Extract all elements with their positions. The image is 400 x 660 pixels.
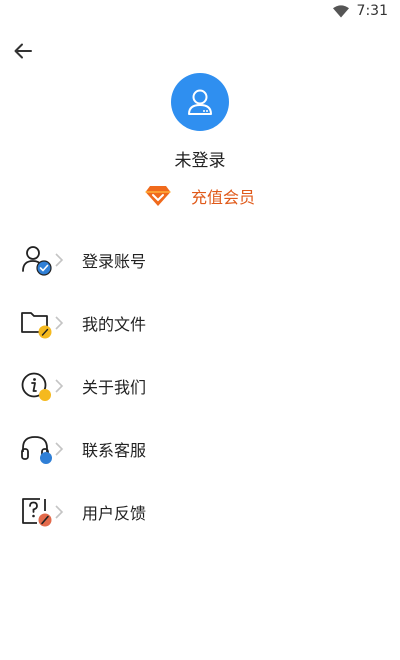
username[interactable]: 未登录 xyxy=(0,146,400,171)
status-bar: 7:31 xyxy=(0,0,400,24)
chevron-right-icon xyxy=(55,505,64,519)
status-time: 7:31 xyxy=(356,3,388,19)
menu-item-label: 我的文件 xyxy=(82,315,147,334)
info-icon xyxy=(21,372,51,401)
arrow-left-icon xyxy=(14,43,32,59)
menu-item-label: 关于我们 xyxy=(82,378,147,397)
menu-item-login[interactable]: 登录账号 xyxy=(0,228,400,291)
menu-item-contact-support[interactable]: 联系客服 xyxy=(0,417,400,480)
feedback-icon xyxy=(22,498,52,527)
menu-list: 登录账号 我的文件 关于我们 联系客服 用户反馈 xyxy=(0,228,400,543)
wifi-icon xyxy=(332,4,349,17)
back-button[interactable] xyxy=(10,38,36,64)
folder-icon xyxy=(21,312,52,339)
user-icon xyxy=(188,89,212,115)
recharge-vip-button[interactable]: 充值会员 xyxy=(145,183,255,209)
menu-item-about-us[interactable]: 关于我们 xyxy=(0,354,400,417)
chevron-right-icon xyxy=(55,253,64,267)
avatar[interactable] xyxy=(171,73,229,131)
chevron-right-icon xyxy=(55,379,64,393)
menu-item-label: 联系客服 xyxy=(82,441,147,460)
vip-label: 充值会员 xyxy=(191,188,256,207)
user-login-icon xyxy=(22,246,52,276)
chevron-right-icon xyxy=(55,442,64,456)
status-bar-right: 7:31 xyxy=(332,3,388,19)
headset-icon xyxy=(21,436,52,464)
diamond-icon xyxy=(145,186,171,206)
menu-item-label: 用户反馈 xyxy=(82,504,147,523)
menu-item-feedback[interactable]: 用户反馈 xyxy=(0,480,400,543)
menu-item-label: 登录账号 xyxy=(82,252,147,271)
menu-item-my-files[interactable]: 我的文件 xyxy=(0,291,400,354)
chevron-right-icon xyxy=(55,316,64,330)
